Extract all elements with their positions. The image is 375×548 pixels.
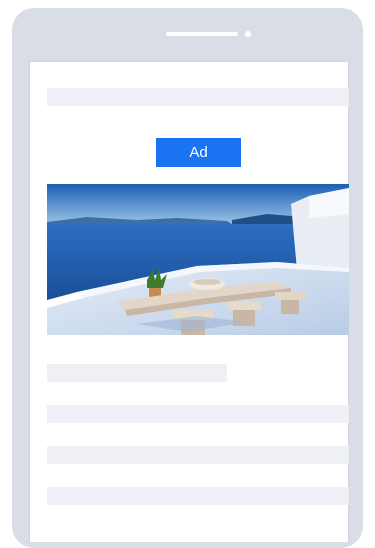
speaker-icon [166,32,238,36]
skeleton-line-4 [47,487,349,505]
seaside-terrace-photo-icon [47,184,349,335]
skeleton-line-2 [47,405,349,423]
skeleton-line-1 [47,364,227,382]
camera-icon [245,31,251,37]
ad-badge[interactable]: Ad [156,138,241,167]
skeleton-line-3 [47,446,349,464]
ad-image[interactable] [47,184,349,335]
skeleton-header-line [47,88,349,106]
